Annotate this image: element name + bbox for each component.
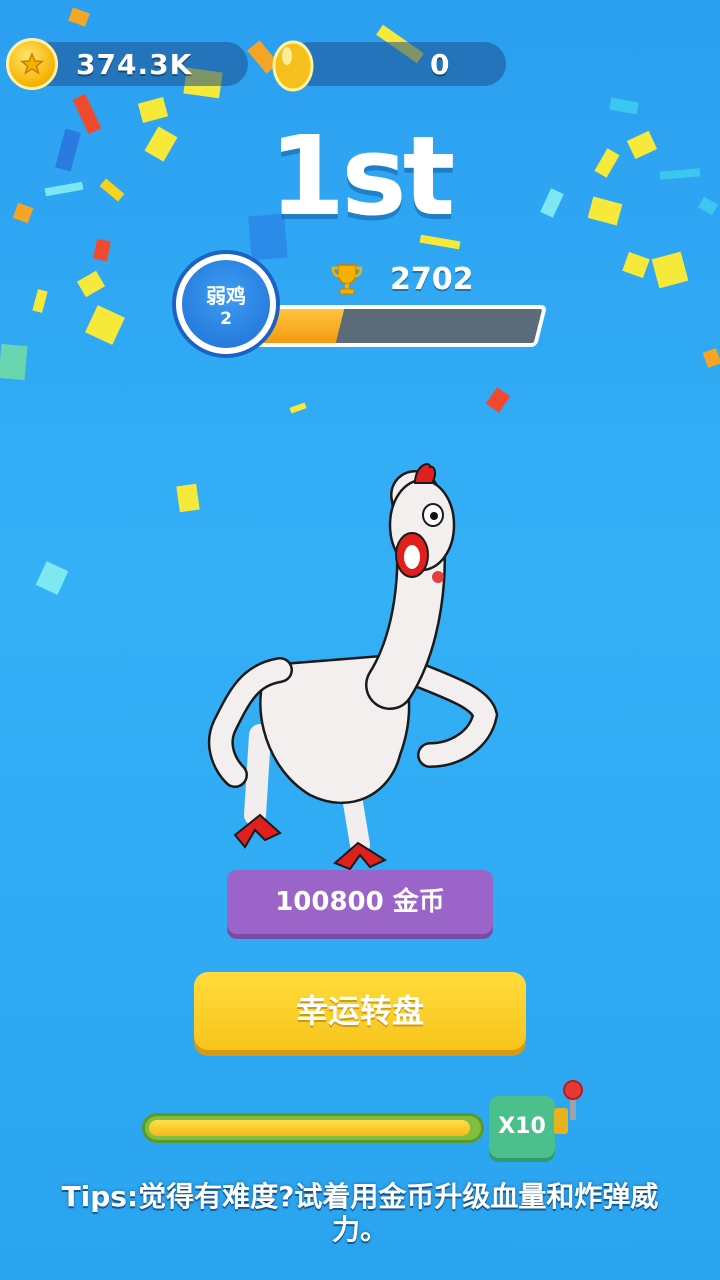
trophy-icon <box>331 264 363 295</box>
rank-badge-name: 弱鸡 <box>206 284 246 308</box>
golden-egg-icon <box>272 40 314 92</box>
coin-balance: 374.3K <box>76 48 193 81</box>
multiplier-button[interactable]: X10 <box>489 1096 555 1158</box>
coin-reward-label: 100800 金币 <box>227 870 493 934</box>
placement-rank: 1st <box>268 112 456 240</box>
trophy-score: 2702 <box>390 262 474 297</box>
tips-text: Tips:觉得有难度?试着用金币升级血量和炸弹威力。 <box>61 1180 659 1246</box>
lucky-wheel-button[interactable]: 幸运转盘 <box>194 972 526 1050</box>
multiplier-progress-bar <box>142 1113 484 1143</box>
rank-badge: 弱鸡 2 <box>176 254 276 354</box>
rank-badge-level: 2 <box>220 309 232 329</box>
egg-balance-pill <box>288 42 506 86</box>
rubber-chicken-character <box>207 463 499 871</box>
coin-icon <box>6 38 58 90</box>
multiplier-progress-fill <box>149 1120 471 1136</box>
lever-icon[interactable] <box>550 1078 590 1138</box>
egg-balance: 0 <box>430 48 451 81</box>
